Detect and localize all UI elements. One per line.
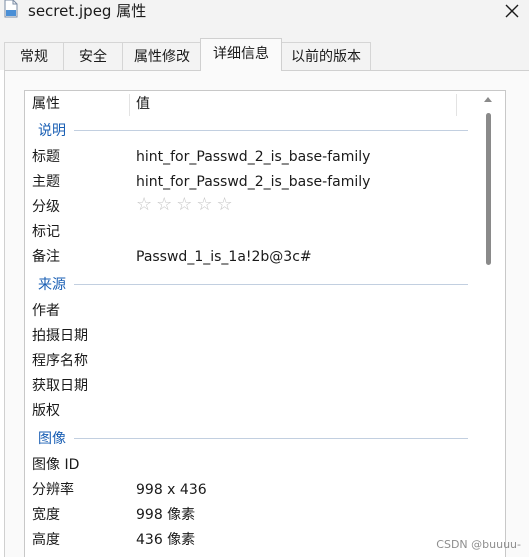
group-header-origin: 来源: [38, 277, 66, 293]
property-name-rating: 分级: [32, 199, 60, 215]
property-name-copyright: 版权: [32, 403, 60, 419]
property-value-subject[interactable]: hint_for_Passwd_2_is_base-family: [136, 172, 370, 192]
property-value-comments[interactable]: Passwd_1_is_1a!2b@3c#: [136, 247, 312, 267]
vertical-scrollbar[interactable]: [478, 92, 504, 557]
property-name-width: 宽度: [32, 507, 60, 523]
window-title: secret.jpeg 属性: [28, 2, 147, 20]
tab-security[interactable]: 安全: [63, 42, 123, 70]
rating-stars[interactable]: ☆☆☆☆☆: [136, 195, 237, 215]
close-icon[interactable]: [503, 2, 521, 20]
group-divider: [74, 284, 468, 285]
property-value-dimensions[interactable]: 998 x 436: [136, 480, 207, 500]
scrollbar-thumb[interactable]: [486, 113, 491, 265]
property-value-height[interactable]: 436 像素: [136, 530, 195, 550]
column-divider[interactable]: [129, 94, 130, 116]
group-header-image: 图像: [38, 431, 66, 447]
property-name-tags: 标记: [32, 224, 60, 240]
property-value-width[interactable]: 998 像素: [136, 505, 195, 525]
group-divider: [74, 130, 468, 131]
property-name-date-taken: 拍摄日期: [32, 328, 88, 344]
column-header-property[interactable]: 属性: [32, 92, 60, 116]
property-value-title[interactable]: hint_for_Passwd_2_is_base-family: [136, 147, 370, 167]
property-name-authors: 作者: [32, 303, 60, 319]
group-header-description: 说明: [38, 123, 66, 139]
property-name-title: 标题: [32, 149, 60, 165]
tab-previous-versions[interactable]: 以前的版本: [281, 42, 371, 70]
column-divider[interactable]: [456, 94, 457, 116]
title-bar: secret.jpeg 属性: [0, 0, 529, 30]
property-name-comments: 备注: [32, 249, 60, 265]
property-name-image-id: 图像 ID: [32, 457, 80, 473]
property-name-subject: 主题: [32, 174, 60, 190]
column-header-value[interactable]: 值: [136, 92, 150, 116]
property-name-height: 高度: [32, 532, 60, 548]
image-file-icon: [4, 0, 18, 18]
tab-general[interactable]: 常规: [4, 42, 64, 70]
tab-details[interactable]: 详细信息: [200, 38, 282, 71]
column-header: 属性 值: [25, 92, 478, 116]
scroll-up-arrow-icon[interactable]: [483, 95, 493, 103]
group-divider: [74, 438, 468, 439]
tab-attribute-changer[interactable]: 属性修改: [122, 42, 202, 70]
property-name-program-name: 程序名称: [32, 353, 88, 369]
property-name-dimensions: 分辨率: [32, 482, 74, 498]
watermark: CSDN @buuuu-: [436, 538, 521, 551]
property-name-date-acquired: 获取日期: [32, 378, 88, 394]
